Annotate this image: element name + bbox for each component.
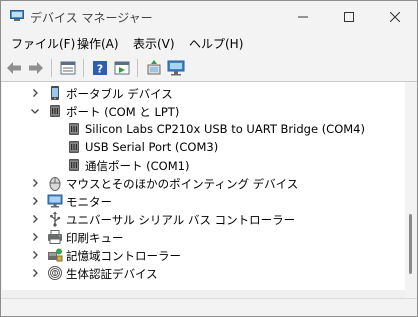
tree-item-label: 生体認証デバイス <box>66 267 158 281</box>
show-hidden-icon <box>114 61 130 75</box>
menu-file[interactable]: ファイル(F) <box>11 35 75 52</box>
tree-item[interactable]: ポート (COM と LPT) <box>2 102 402 120</box>
monitor-device-icon <box>167 60 185 76</box>
tree-item-label: 記憶域コントローラー <box>66 249 181 263</box>
maximize-button[interactable] <box>326 1 372 32</box>
tree-item-label: モニター <box>66 195 112 209</box>
device-tree[interactable]: ポータブル デバイス ポート (COM と LPT) Silicon Labs CP… <box>2 82 405 290</box>
tree-item[interactable]: ユニバーサル シリアル バス コントローラー <box>2 210 402 228</box>
back-icon <box>7 62 21 74</box>
help-button[interactable]: ? <box>90 58 110 78</box>
monitor-icon <box>47 194 63 208</box>
close-icon <box>390 11 400 22</box>
svg-text:?: ? <box>97 63 103 76</box>
chevron-right-icon[interactable] <box>29 87 41 99</box>
title-bar: デバイス マネージャー <box>1 1 417 32</box>
device-manager-window: デバイス マネージャー ファイル(F) 操作(A) 表示(V) ヘルプ(H) ? <box>0 0 418 317</box>
portable-device-icon <box>51 86 59 100</box>
toolbar-separator <box>137 59 138 77</box>
chevron-right-icon[interactable] <box>29 249 41 261</box>
maximize-icon <box>344 11 354 22</box>
minimize-icon <box>298 16 308 17</box>
close-button[interactable] <box>372 1 417 32</box>
forward-button[interactable] <box>26 58 46 78</box>
chevron-right-icon[interactable] <box>29 177 41 189</box>
menu-action[interactable]: 操作(A) <box>77 35 119 52</box>
mouse-icon <box>49 177 61 191</box>
fingerprint-icon <box>48 266 62 280</box>
menu-help[interactable]: ヘルプ(H) <box>189 35 243 52</box>
chevron-right-icon[interactable] <box>29 213 41 225</box>
chevron-down-icon[interactable] <box>29 105 41 117</box>
tree-item-label: マウスとそのほかのポインティング デバイス <box>66 177 299 191</box>
tree-item-label: ユニバーサル シリアル バス コントローラー <box>66 213 296 227</box>
back-button[interactable] <box>4 58 24 78</box>
scrollbar-thumb[interactable] <box>409 214 412 274</box>
forward-icon <box>29 62 43 74</box>
menu-view[interactable]: 表示(V) <box>133 35 175 52</box>
toolbar-separator <box>83 59 84 77</box>
tree-item-label: USB Serial Port (COM3) <box>85 140 219 154</box>
scan-hardware-icon <box>147 60 161 75</box>
tree-item[interactable]: 印刷キュー <box>2 228 402 246</box>
port-icon <box>69 141 79 153</box>
tree-item[interactable]: 通信ポート (COM1) <box>2 156 402 174</box>
properties-button[interactable] <box>58 58 78 78</box>
toolbar: ? <box>1 55 417 82</box>
window-title: デバイス マネージャー <box>30 11 153 25</box>
horizontal-scrollbar[interactable] <box>2 290 405 298</box>
usb-icon <box>50 211 61 227</box>
tree-item-label: 印刷キュー <box>66 231 124 245</box>
tree-item[interactable]: ポータブル デバイス <box>2 84 402 102</box>
printer-icon <box>48 230 62 244</box>
menu-bar: ファイル(F) 操作(A) 表示(V) ヘルプ(H) <box>1 32 417 54</box>
help-icon: ? <box>93 61 107 76</box>
tree-item[interactable]: モニター <box>2 192 402 210</box>
tree-item-label: Silicon Labs CP210x USB to UART Bridge (… <box>85 122 365 136</box>
show-hidden-button[interactable] <box>112 58 132 78</box>
storage-controller-icon <box>48 248 63 262</box>
properties-icon <box>60 61 76 75</box>
tree-item[interactable]: USB Serial Port (COM3) <box>2 138 402 156</box>
chevron-right-icon[interactable] <box>29 267 41 279</box>
port-icon <box>50 105 60 117</box>
toolbar-separator <box>51 59 52 77</box>
tree-item-label: ポート (COM と LPT) <box>66 105 180 119</box>
minimize-button[interactable] <box>280 1 326 32</box>
tree-item[interactable]: 生体認証デバイス <box>2 264 402 282</box>
tree-item[interactable]: マウスとそのほかのポインティング デバイス <box>2 174 402 192</box>
chevron-right-icon[interactable] <box>29 195 41 207</box>
status-bar <box>1 298 417 316</box>
tree-item[interactable]: Silicon Labs CP210x USB to UART Bridge (… <box>2 120 402 138</box>
device-manager-app-icon <box>10 10 24 21</box>
monitor-device-button[interactable] <box>166 58 186 78</box>
tree-item-label: ポータブル デバイス <box>66 87 173 101</box>
port-icon <box>69 123 79 135</box>
port-icon <box>69 159 79 171</box>
vertical-scrollbar[interactable] <box>405 82 416 290</box>
tree-item-label: 通信ポート (COM1) <box>85 159 190 173</box>
tree-item[interactable]: 記憶域コントローラー <box>2 246 402 264</box>
chevron-right-icon[interactable] <box>29 231 41 243</box>
scan-hardware-button[interactable] <box>144 58 164 78</box>
